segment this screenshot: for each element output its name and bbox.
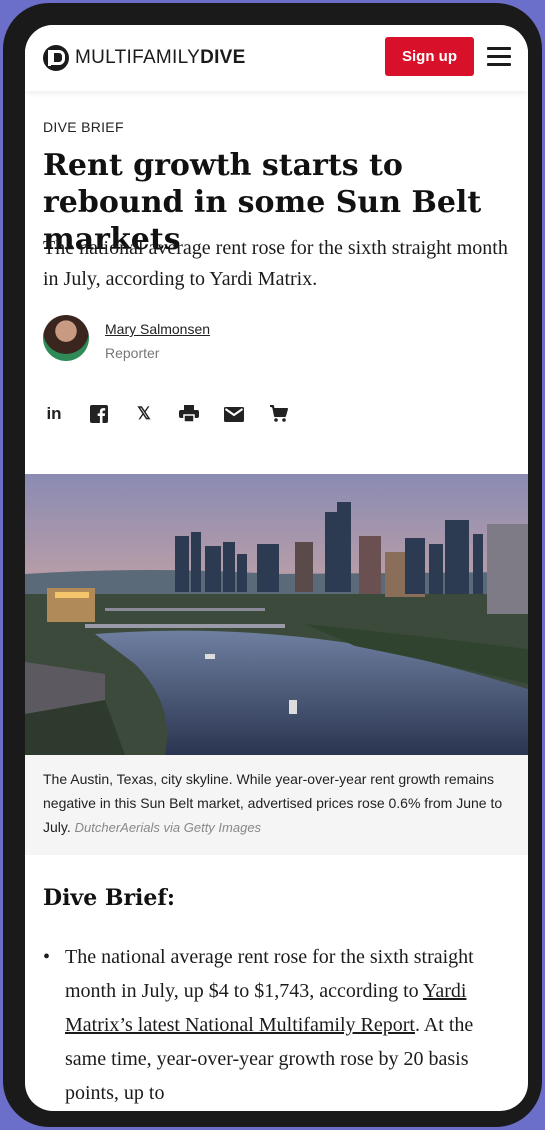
logo-text-bold: DIVE [200, 47, 246, 68]
facebook-icon[interactable] [88, 404, 110, 424]
email-icon[interactable] [223, 404, 245, 424]
cart-icon[interactable] [268, 404, 290, 424]
menu-icon[interactable] [487, 47, 511, 67]
share-bar: in 𝕏 [43, 403, 313, 425]
article-kicker: DIVE BRIEF [43, 119, 124, 135]
screen: MULTIFAMILYDIVE Sign up DIVE BRIEF Rent … [25, 25, 528, 1111]
image-caption: The Austin, Texas, city skyline. While y… [43, 767, 515, 840]
bullet-text-part1: The national average rent rose for the s… [65, 946, 474, 1002]
hero-image [25, 474, 528, 755]
article-dek: The national average rent rose for the s… [43, 237, 508, 290]
author-avatar [43, 315, 89, 361]
site-logo[interactable]: MULTIFAMILYDIVE [43, 43, 246, 73]
phone-frame: MULTIFAMILYDIVE Sign up DIVE BRIEF Rent … [3, 3, 542, 1127]
austin-skyline-photo [25, 474, 528, 755]
logo-mark-icon [43, 45, 69, 71]
section-heading: Dive Brief: [43, 885, 175, 911]
x-icon[interactable]: 𝕏 [133, 404, 155, 424]
bullet-text: The national average rent rose for the s… [65, 940, 513, 1110]
bullet-dot: • [43, 946, 51, 968]
print-icon[interactable] [178, 404, 200, 424]
sign-up-button[interactable]: Sign up [385, 37, 474, 76]
image-credit: DutcherAerials via Getty Images [74, 820, 262, 835]
image-caption-box: The Austin, Texas, city skyline. While y… [25, 755, 528, 855]
author-name-link[interactable]: Mary Salmonsen [105, 321, 210, 337]
site-header: MULTIFAMILYDIVE Sign up [25, 25, 528, 91]
logo-text: MULTIFAMILYDIVE [75, 47, 246, 69]
author-role: Reporter [105, 345, 160, 361]
linkedin-icon[interactable]: in [43, 404, 65, 424]
logo-text-light: MULTIFAMILY [75, 47, 201, 68]
